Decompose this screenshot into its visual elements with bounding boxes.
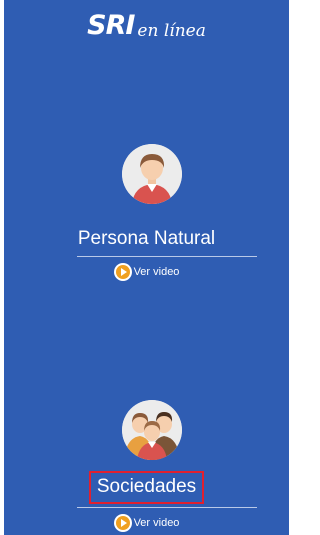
persona-natural-option[interactable]: Persona Natural Ver video bbox=[4, 0, 289, 290]
sociedades-option[interactable]: Sociedades Ver video bbox=[4, 290, 289, 535]
sociedades-video-link[interactable]: Ver video bbox=[4, 514, 289, 532]
persona-natural-divider bbox=[77, 256, 257, 257]
sociedades-title[interactable]: Sociedades bbox=[4, 471, 289, 504]
group-people-icon[interactable] bbox=[122, 400, 182, 460]
play-icon[interactable] bbox=[113, 514, 132, 532]
video-link-label[interactable]: Ver video bbox=[134, 517, 180, 529]
single-person-icon[interactable] bbox=[122, 144, 182, 204]
persona-natural-video-link[interactable]: Ver video bbox=[4, 263, 289, 281]
persona-natural-title[interactable]: Persona Natural bbox=[4, 228, 289, 250]
play-icon[interactable] bbox=[113, 263, 132, 281]
video-link-label[interactable]: Ver video bbox=[134, 266, 180, 278]
sociedades-divider bbox=[77, 507, 257, 508]
sri-en-linea-screen: SRI en línea Persona Natural Ver video S… bbox=[4, 0, 289, 535]
sociedades-title-label[interactable]: Sociedades bbox=[88, 471, 205, 504]
